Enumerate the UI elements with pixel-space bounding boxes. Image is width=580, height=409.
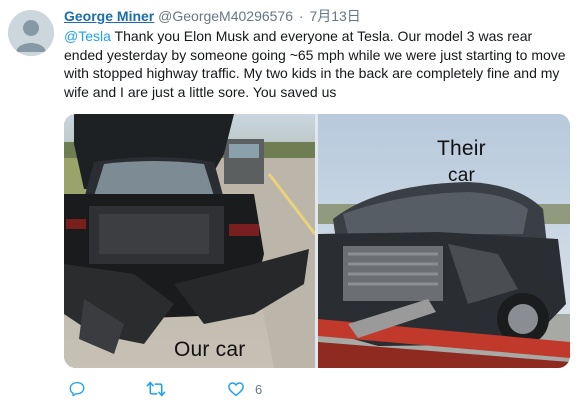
display-name-link[interactable]: George Miner [64, 8, 154, 24]
default-profile-icon [8, 10, 54, 56]
tweet-date[interactable]: 7月13日 [309, 8, 360, 24]
tweet-header: George Miner @GeorgeM40296576 · 7月13日 [64, 7, 361, 25]
photo-our-car[interactable]: Our car [64, 114, 315, 368]
avatar[interactable] [8, 10, 54, 56]
user-handle[interactable]: @GeorgeM40296576 [158, 8, 293, 24]
heart-icon [228, 382, 244, 397]
tweet-card: George Miner @GeorgeM40296576 · 7月13日 @T… [0, 0, 580, 409]
caption-their-line1: Their [437, 137, 486, 160]
reply-button[interactable] [68, 378, 86, 400]
photo-their-car[interactable]: Their car [318, 114, 570, 368]
like-button[interactable]: 6 [227, 378, 262, 400]
media-gallery: Our car Their car [64, 114, 570, 368]
retweet-icon [146, 381, 166, 397]
separator-dot: · [298, 8, 304, 24]
mention-link-tesla[interactable]: @Tesla [64, 28, 111, 44]
like-count: 6 [255, 381, 263, 397]
caption-their-line2: car [448, 165, 475, 186]
tweet-actions: 6 [64, 378, 364, 400]
caption-our-car: Our car [174, 338, 246, 361]
tweet-text: @Tesla Thank you Elon Musk and everyone … [64, 27, 570, 101]
tweet-body: Thank you Elon Musk and everyone at Tesl… [64, 28, 566, 100]
reply-icon [69, 381, 85, 397]
our-car-image [64, 114, 315, 368]
retweet-button[interactable] [146, 378, 166, 400]
